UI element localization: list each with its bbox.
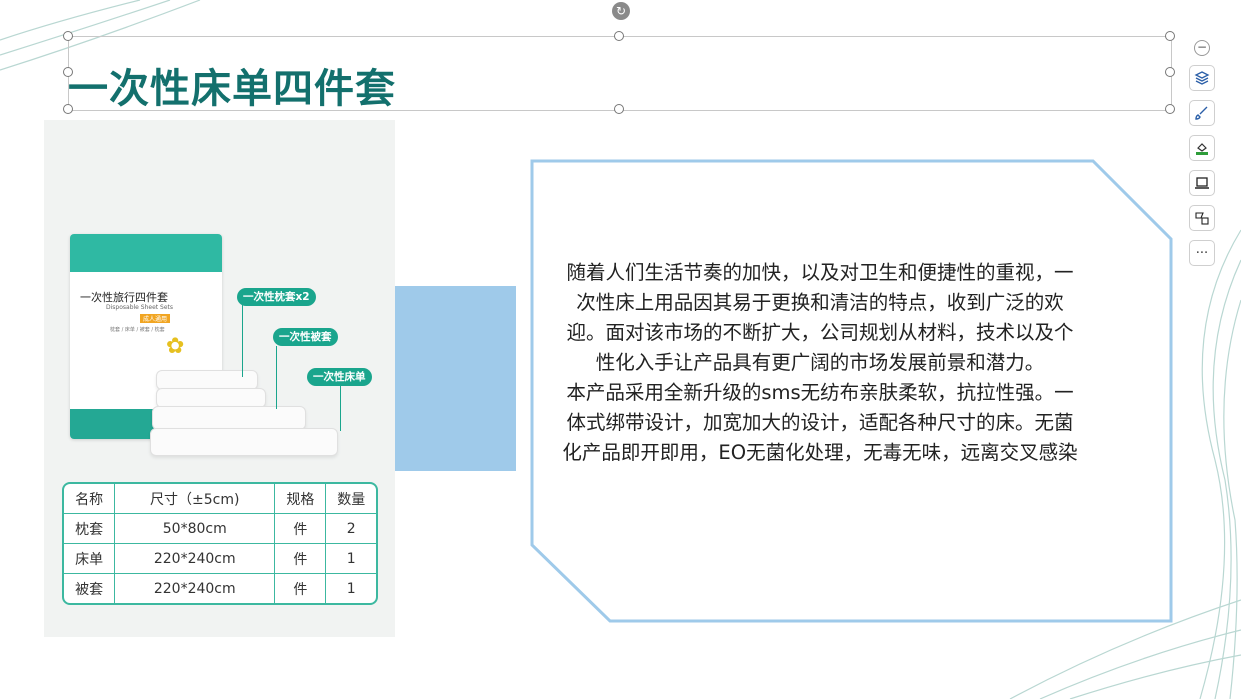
laptop-button[interactable]: [1189, 170, 1215, 196]
description-paragraph-2: 本产品采用全新升级的sms无纺布亲肤柔软，抗拉性强。一体式绑带设计，加宽加大的设…: [562, 381, 1078, 464]
table-row: 被套 220*240cm 件 1: [64, 574, 376, 603]
more-button[interactable]: ···: [1189, 240, 1215, 266]
table-cell: 220*240cm: [115, 574, 276, 603]
minus-icon[interactable]: −: [1194, 40, 1210, 56]
label-duvet-cover: 一次性被套: [273, 328, 338, 346]
resize-handle[interactable]: [1165, 31, 1175, 41]
table-header-cell: 尺寸（±5cm): [115, 484, 276, 514]
table-cell: 件: [275, 544, 327, 574]
table-header-cell: 名称: [64, 484, 116, 514]
resize-handle[interactable]: [1165, 104, 1175, 114]
shape-button[interactable]: [1189, 205, 1215, 231]
table-cell: 被套: [64, 574, 116, 603]
package-top-band: [70, 234, 222, 272]
rotate-handle-icon[interactable]: ↻: [612, 2, 630, 20]
description-paragraph-1: 随着人们生活节奏的加快，以及对卫生和便捷性的重视，一次性床上用品因其易于更换和清…: [566, 261, 1074, 374]
resize-handle[interactable]: [1165, 67, 1175, 77]
sheet-folded: [156, 388, 266, 408]
table-cell: 220*240cm: [115, 544, 276, 574]
package-name: 一次性旅行四件套: [80, 291, 168, 304]
table-cell: 床单: [64, 544, 116, 574]
table-cell: 1: [346, 580, 356, 597]
slide-title[interactable]: 一次性床单四件套: [68, 56, 396, 114]
table-header-cell: 规格: [275, 484, 327, 514]
layers-button[interactable]: [1189, 65, 1215, 91]
laptop-icon: [1195, 177, 1209, 189]
leaf-icon: ✿: [166, 334, 185, 359]
table-header-row: 名称 尺寸（±5cm) 规格 数量: [64, 484, 376, 514]
resize-handle[interactable]: [614, 31, 624, 41]
brush-button[interactable]: [1189, 100, 1215, 126]
table-cell: 1: [326, 544, 376, 574]
label-bed-sheet: 一次性床单: [307, 368, 372, 386]
label-leader: [340, 386, 341, 431]
package-english: Disposable Sheet Sets: [106, 304, 174, 311]
table-row: 枕套 50*80cm 件 2: [64, 514, 376, 544]
sheet-folded: [150, 428, 338, 456]
fill-button[interactable]: [1189, 135, 1215, 161]
product-image[interactable]: 一次性旅行四件套 Disposable Sheet Sets 成人通用 枕套 /…: [44, 120, 395, 637]
table-cell: 50*80cm: [115, 514, 276, 544]
table-row: 床单 220*240cm 件 1: [64, 544, 376, 574]
package-subtitle: 枕套 / 床单 / 被套 / 枕套: [110, 327, 165, 333]
more-icon: ···: [1195, 245, 1209, 261]
table-header-cell: 数量: [326, 484, 376, 514]
label-leader: [242, 296, 243, 377]
fill-icon: [1196, 143, 1208, 155]
layers-icon: [1194, 71, 1210, 85]
table-cell: 枕套: [64, 514, 116, 544]
resize-handle[interactable]: [63, 31, 73, 41]
table-cell: 件: [275, 514, 327, 544]
table-cell: 2: [326, 514, 376, 544]
label-pillowcase: 一次性枕套x2: [237, 288, 316, 306]
spec-table: 名称 尺寸（±5cm) 规格 数量 枕套 50*80cm 件 2 床单 220*…: [62, 482, 378, 605]
resize-handle[interactable]: [614, 104, 624, 114]
description-text[interactable]: 随着人们生活节奏的加快，以及对卫生和便捷性的重视，一次性床上用品因其易于更换和清…: [560, 258, 1080, 468]
package-tag: 成人通用: [140, 314, 171, 323]
table-cell: 件: [275, 574, 327, 603]
shape-icon: [1195, 212, 1209, 225]
accent-block[interactable]: [395, 286, 516, 471]
sheet-folded: [152, 406, 306, 430]
brush-icon: [1195, 106, 1208, 120]
label-leader: [276, 346, 277, 409]
